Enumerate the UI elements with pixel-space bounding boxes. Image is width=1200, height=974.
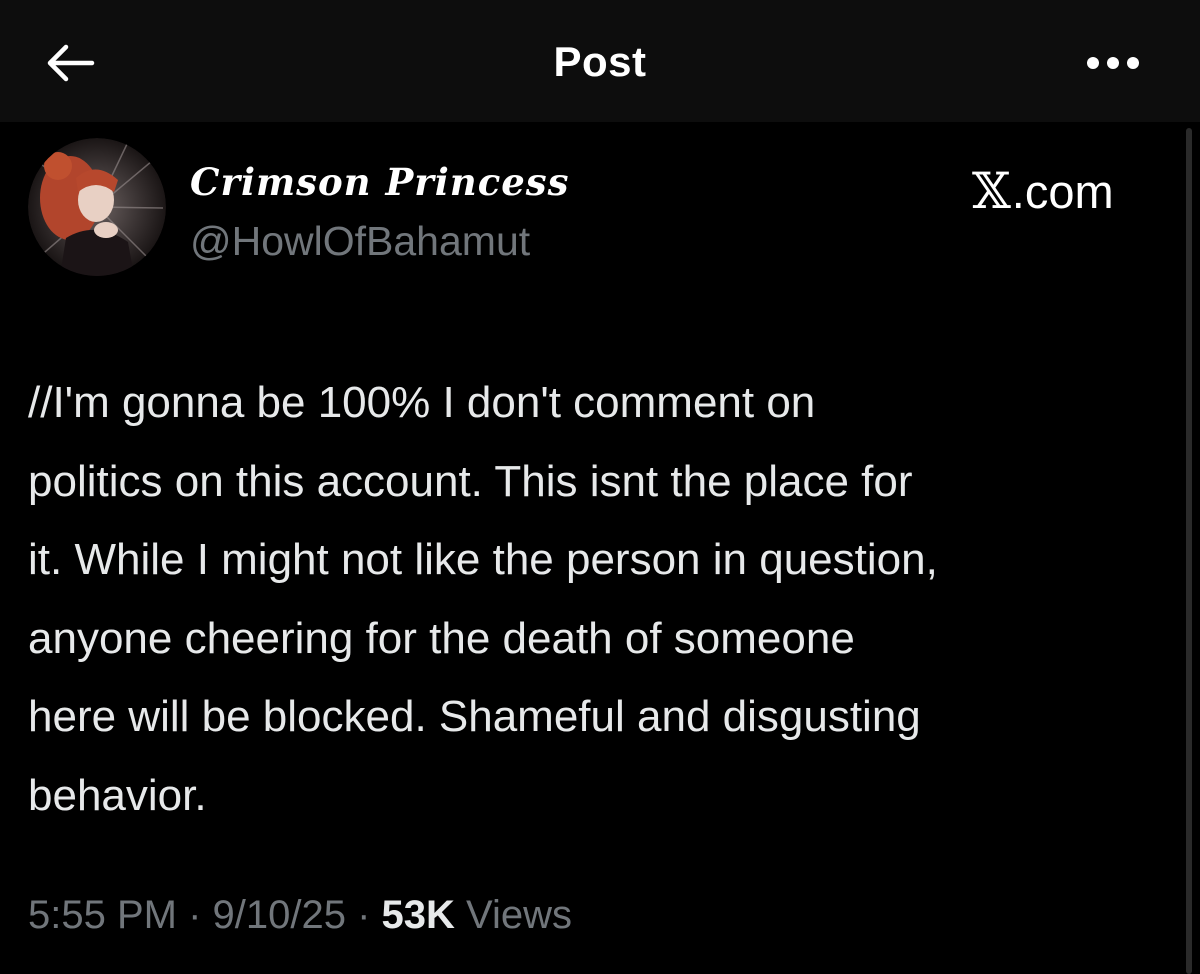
top-bar: Post bbox=[0, 0, 1200, 122]
page-title: Post bbox=[553, 38, 647, 85]
x-logo-icon: 𝕏 bbox=[972, 162, 1011, 220]
source-label: 𝕏 .com bbox=[972, 162, 1114, 220]
post-time[interactable]: 5:55 PM bbox=[28, 893, 177, 937]
post-text: //I'm gonna be 100% I don't comment on p… bbox=[28, 378, 938, 820]
post-date[interactable]: 9/10/25 bbox=[213, 893, 346, 937]
avatar-image bbox=[28, 138, 166, 276]
author-display-name[interactable]: Crimson Princess bbox=[190, 160, 569, 204]
meta-separator-2: · bbox=[345, 893, 382, 937]
avatar[interactable] bbox=[28, 138, 166, 276]
more-options-button[interactable] bbox=[1082, 50, 1144, 76]
views-count: 53K bbox=[381, 893, 455, 937]
meta-separator: · bbox=[176, 893, 213, 937]
author-handle[interactable]: @HowlOfBahamut bbox=[190, 218, 530, 265]
post-meta: 5:55 PM · 9/10/25 · 53K Views bbox=[28, 893, 572, 938]
more-dots-icon bbox=[1087, 57, 1139, 69]
views-label: Views bbox=[466, 893, 573, 937]
source-label-text: .com bbox=[1011, 164, 1114, 218]
